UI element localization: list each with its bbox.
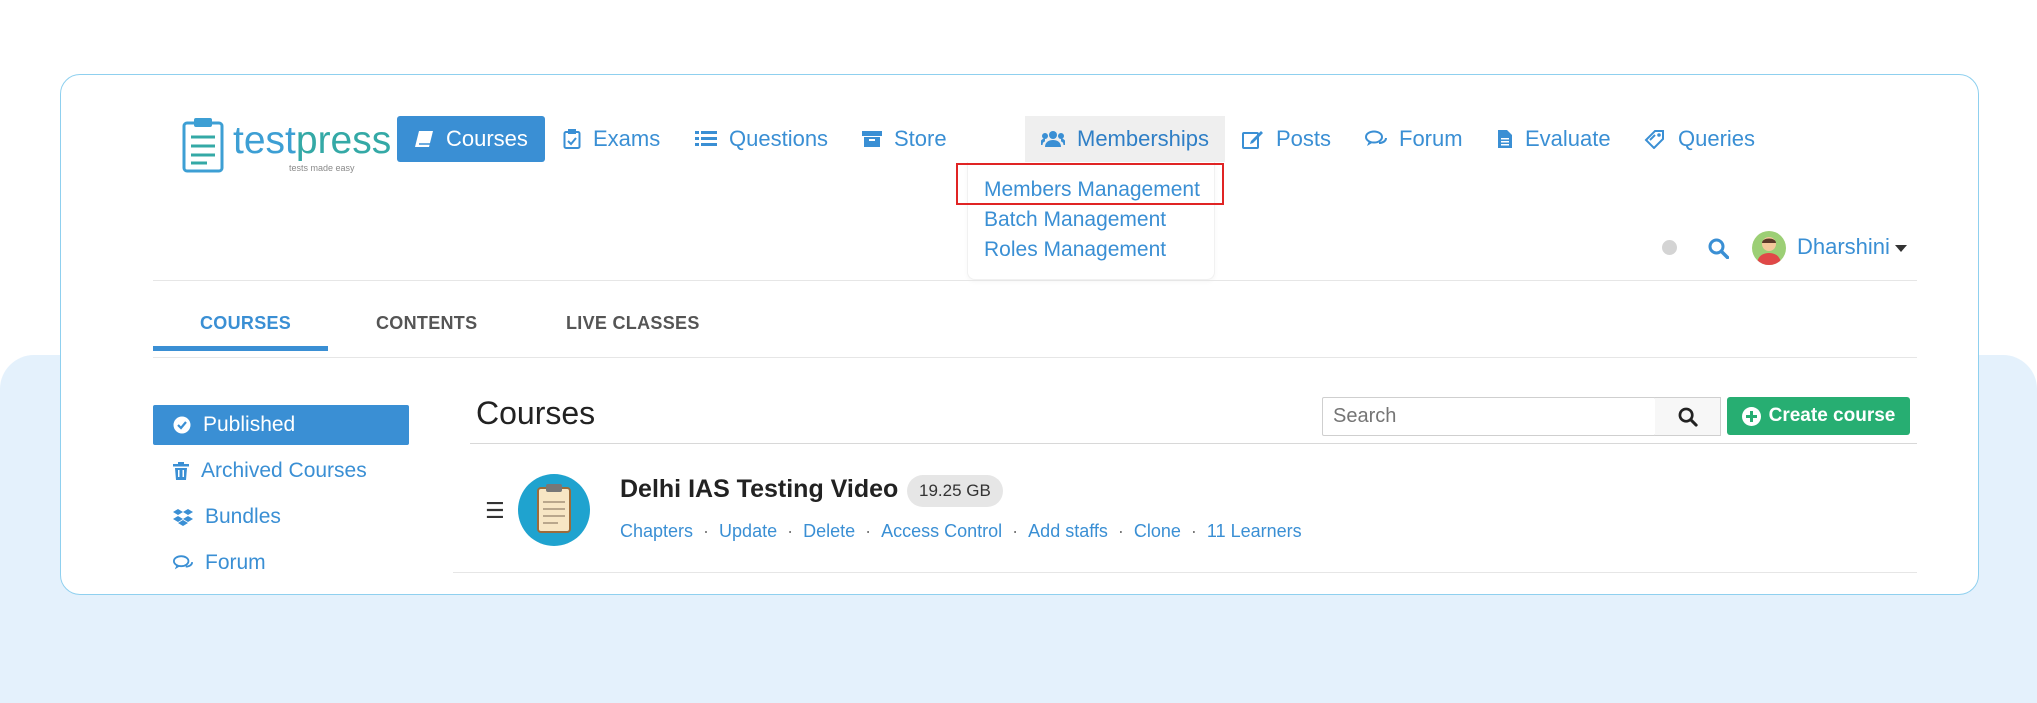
archive-box-icon: [862, 131, 882, 147]
nav-memberships-label: Memberships: [1077, 126, 1210, 151]
row-divider: [453, 572, 1917, 573]
sidebar-item-label: Forum: [205, 551, 266, 574]
avatar-person-icon: [1757, 237, 1781, 265]
create-course-label: Create course: [1768, 405, 1896, 426]
search-icon[interactable]: [1708, 238, 1729, 259]
sidebar-item-archived-courses[interactable]: Archived Courses: [173, 459, 367, 483]
sidebar-item-label: Bundles: [205, 505, 281, 528]
nav-store-label: Store: [894, 126, 947, 151]
drag-handle-icon[interactable]: ☰: [485, 498, 505, 524]
action-add-staffs[interactable]: Add staffs: [1028, 521, 1108, 542]
separator: ·: [1190, 521, 1197, 541]
action-delete[interactable]: Delete: [803, 521, 855, 542]
sidebar-item-published[interactable]: Published: [173, 413, 295, 437]
nav-memberships[interactable]: Memberships: [1025, 116, 1226, 162]
nav-forum[interactable]: Forum: [1365, 116, 1463, 162]
nav-courses[interactable]: Courses: [397, 116, 545, 162]
nav-exams[interactable]: Exams: [563, 116, 660, 162]
sidebar-item-label: Archived Courses: [201, 459, 367, 482]
trash-icon: [173, 462, 189, 480]
create-course-button[interactable]: Create course: [1727, 397, 1910, 435]
caret-down-icon[interactable]: [1895, 245, 1907, 252]
nav-exams-label: Exams: [593, 126, 661, 151]
clipboard-logo-icon: [182, 118, 224, 173]
check-circle-icon: [173, 416, 191, 434]
clipboard-icon: [537, 484, 571, 533]
nav-questions[interactable]: Questions: [695, 116, 828, 162]
separator: ·: [703, 521, 710, 541]
search-button[interactable]: [1655, 397, 1721, 436]
sidebar-item-label: Published: [203, 413, 296, 436]
menu-item-batch-management[interactable]: Batch Management: [984, 208, 1166, 232]
nav-posts[interactable]: Posts: [1242, 116, 1331, 162]
separator: ·: [787, 521, 794, 541]
course-thumbnail[interactable]: [518, 474, 590, 546]
logo-wordmark: testpress: [233, 119, 392, 162]
menu-item-roles-management[interactable]: Roles Management: [984, 238, 1166, 262]
nav-store[interactable]: Store: [862, 116, 947, 162]
nav-forum-label: Forum: [1399, 126, 1463, 151]
nav-queries[interactable]: Queries: [1644, 116, 1755, 162]
action-chapters[interactable]: Chapters: [620, 521, 693, 542]
course-actions: Chapters · Update · Delete · Access Control…: [620, 521, 1302, 542]
tab-contents[interactable]: CONTENTS: [376, 313, 477, 334]
action-learners[interactable]: 11 Learners: [1207, 521, 1302, 542]
status-dot: [1662, 240, 1677, 255]
tag-icon: [1644, 130, 1664, 149]
header-divider: [153, 280, 1917, 281]
dropbox-icon: [173, 509, 193, 526]
nav-posts-label: Posts: [1276, 126, 1332, 151]
search-icon: [1678, 407, 1698, 427]
sidebar-item-bundles[interactable]: Bundles: [173, 505, 281, 529]
separator: ·: [1117, 521, 1124, 541]
action-clone[interactable]: Clone: [1134, 521, 1181, 542]
search-input[interactable]: [1322, 397, 1656, 436]
users-icon: [1041, 131, 1065, 147]
book-icon: [415, 131, 433, 147]
list-icon: [695, 131, 717, 146]
separator: ·: [1012, 521, 1019, 541]
action-update[interactable]: Update: [719, 521, 777, 542]
tabs-divider: [153, 357, 1917, 358]
checklist-icon: [563, 129, 581, 149]
separator: ·: [865, 521, 872, 541]
tab-courses[interactable]: COURSES: [200, 313, 291, 334]
page-title: Courses: [476, 395, 596, 431]
course-title[interactable]: Delhi IAS Testing Video: [620, 475, 898, 504]
document-icon: [1498, 130, 1512, 148]
testpress-logo[interactable]: testpress tests made easy: [181, 117, 391, 177]
action-access-control[interactable]: Access Control: [881, 521, 1002, 542]
nav-questions-label: Questions: [729, 126, 829, 151]
nav-evaluate-label: Evaluate: [1525, 126, 1611, 151]
app-window: testpress tests made easy Courses Exams …: [60, 74, 1979, 595]
comments-icon: [173, 555, 193, 570]
members-management-highlight: [956, 163, 1224, 205]
nav-queries-label: Queries: [1678, 126, 1756, 151]
nav-courses-label: Courses: [446, 126, 528, 151]
sidebar-item-forum[interactable]: Forum: [173, 551, 266, 575]
logo-tagline: tests made easy: [289, 163, 355, 173]
comments-icon: [1365, 130, 1387, 146]
edit-icon: [1242, 131, 1263, 149]
title-divider: [470, 443, 1917, 444]
plus-circle-icon: [1741, 406, 1761, 426]
tab-live-classes[interactable]: LIVE CLASSES: [566, 313, 700, 334]
user-avatar[interactable]: [1752, 231, 1786, 265]
active-tab-indicator: [153, 346, 328, 351]
course-size-badge: 19.25 GB: [907, 475, 1003, 507]
nav-evaluate[interactable]: Evaluate: [1497, 116, 1611, 162]
user-name[interactable]: Dharshini: [1797, 234, 1890, 260]
